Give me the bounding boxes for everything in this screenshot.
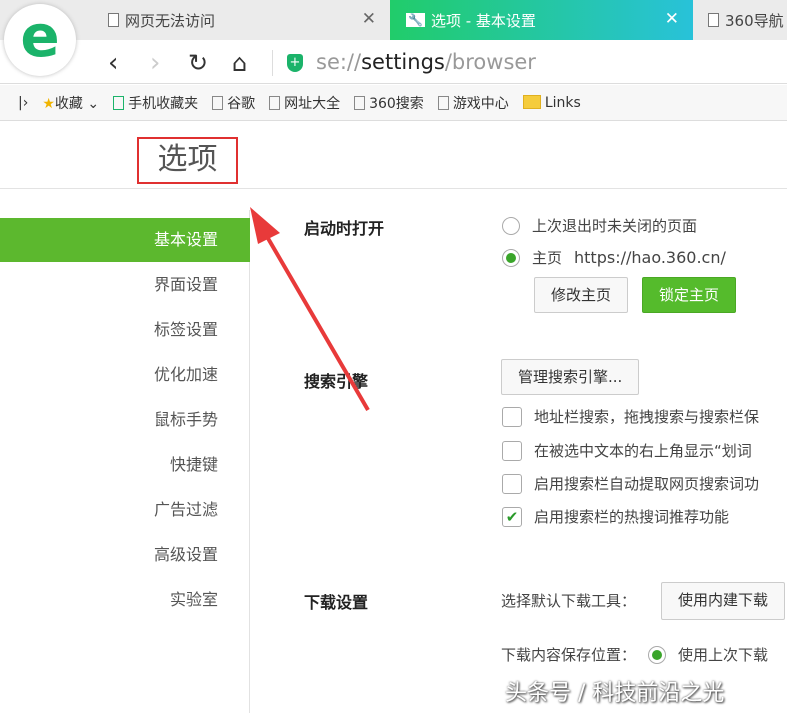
sidebar-item-advanced[interactable]: 高级设置 bbox=[0, 533, 250, 577]
home-icon[interactable]: ⌂ bbox=[232, 49, 247, 77]
download-tool-label: 选择默认下载工具： bbox=[501, 592, 637, 610]
divider bbox=[272, 50, 273, 76]
page-icon bbox=[108, 13, 119, 27]
back-icon[interactable]: ‹ bbox=[108, 48, 118, 78]
search-option-2[interactable]: 在被选中文本的右上角显示“划词 bbox=[502, 440, 752, 461]
bookmark-google[interactable]: 谷歌 bbox=[212, 93, 255, 113]
sidebar-item-basic[interactable]: 基本设置 bbox=[0, 218, 250, 262]
page-icon bbox=[212, 95, 224, 110]
tab-label: 网页无法访问 bbox=[125, 11, 216, 30]
search-heading: 搜索引擎 bbox=[304, 372, 369, 391]
forward-icon[interactable]: › bbox=[150, 48, 160, 78]
sidebar-item-lab[interactable]: 实验室 bbox=[0, 578, 250, 622]
sidebar-item-adblock[interactable]: 广告过滤 bbox=[0, 488, 250, 532]
search-option-1[interactable]: 地址栏搜索，拖拽搜索与搜索栏保 bbox=[502, 406, 759, 427]
phone-icon bbox=[113, 95, 125, 110]
startup-option-restore[interactable]: 上次退出时未关闭的页面 bbox=[502, 215, 697, 236]
checkbox[interactable] bbox=[502, 440, 522, 461]
checkbox-checked[interactable]: ✔ bbox=[502, 506, 522, 527]
radio[interactable] bbox=[502, 216, 520, 235]
radio[interactable] bbox=[502, 248, 520, 267]
checkbox[interactable] bbox=[502, 473, 522, 494]
radio[interactable] bbox=[648, 645, 667, 664]
tab-360-nav[interactable]: 360导航 bbox=[708, 0, 787, 40]
star-icon: ★ bbox=[42, 95, 55, 112]
reload-icon[interactable]: ↻ bbox=[188, 49, 208, 77]
sidebar-toggle-icon[interactable]: |› bbox=[18, 95, 28, 111]
close-tab-icon[interactable]: ✕ bbox=[665, 9, 679, 29]
sidebar-item-interface[interactable]: 界面设置 bbox=[0, 263, 250, 307]
startup-heading: 启动时打开 bbox=[304, 219, 385, 238]
startup-option-homepage[interactable]: 主页 https://hao.360.cn/ bbox=[502, 247, 726, 268]
tab-page-unavailable[interactable]: 网页无法访问 ✕ bbox=[100, 0, 390, 40]
sidebar-item-tabs[interactable]: 标签设置 bbox=[0, 308, 250, 352]
page-icon bbox=[354, 95, 366, 110]
watermark: 头条号 / 科技前沿之光 bbox=[505, 681, 725, 706]
manage-search-engines-button[interactable]: 管理搜索引擎... bbox=[501, 359, 640, 395]
bookmarks-bar: |› ★收藏 ⌄ 手机收藏夹 谷歌 网址大全 360搜索 游戏中心 Links bbox=[0, 85, 787, 121]
settings-sidebar: 基本设置 界面设置 标签设置 优化加速 鼠标手势 快捷键 广告过滤 高级设置 实… bbox=[0, 210, 250, 713]
sidebar-item-shortcuts[interactable]: 快捷键 bbox=[0, 443, 250, 487]
page-icon bbox=[269, 95, 281, 110]
sidebar-item-optimize[interactable]: 优化加速 bbox=[0, 353, 250, 397]
close-tab-icon[interactable]: ✕ bbox=[362, 9, 376, 29]
bookmark-game-center[interactable]: 游戏中心 bbox=[437, 93, 509, 113]
wrench-icon: 🔧 bbox=[406, 13, 425, 27]
download-location-option[interactable]: 下载内容保存位置： 使用上次下载 bbox=[501, 644, 768, 665]
divider bbox=[0, 188, 787, 189]
bookmark-site-directory[interactable]: 网址大全 bbox=[269, 93, 340, 113]
search-option-3[interactable]: 启用搜索栏自动提取网页搜索词功 bbox=[502, 473, 759, 494]
tab-options[interactable]: 🔧 选项 - 基本设置 ✕ bbox=[390, 0, 693, 40]
bookmark-favorites[interactable]: ★收藏 ⌄ bbox=[42, 93, 99, 113]
lock-homepage-button[interactable]: 锁定主页 bbox=[642, 277, 737, 313]
bookmark-360-search[interactable]: 360搜索 bbox=[354, 93, 424, 113]
tab-label: 360导航 bbox=[725, 11, 784, 30]
browser-logo[interactable]: e bbox=[4, 4, 76, 76]
page-icon bbox=[708, 13, 719, 27]
bookmark-mobile[interactable]: 手机收藏夹 bbox=[113, 93, 198, 113]
download-heading: 下载设置 bbox=[304, 593, 369, 612]
page-title: 选项 bbox=[137, 137, 238, 184]
shield-icon: + bbox=[287, 54, 303, 72]
tab-bar: 网页无法访问 ✕ 🔧 选项 - 基本设置 ✕ 360导航 bbox=[0, 0, 787, 40]
page-icon bbox=[437, 95, 449, 110]
sidebar-item-mouse-gestures[interactable]: 鼠标手势 bbox=[0, 398, 250, 442]
checkbox[interactable] bbox=[502, 406, 522, 427]
download-tool-select[interactable]: 使用内建下载 bbox=[661, 582, 786, 620]
folder-icon bbox=[522, 94, 541, 109]
tab-label: 选项 - 基本设置 bbox=[430, 11, 536, 30]
modify-homepage-button[interactable]: 修改主页 bbox=[534, 277, 629, 313]
bookmark-links[interactable]: Links bbox=[522, 94, 581, 111]
url-input[interactable]: se://settings/browser bbox=[316, 50, 536, 74]
search-option-4[interactable]: ✔ 启用搜索栏的热搜词推荐功能 bbox=[502, 506, 729, 527]
